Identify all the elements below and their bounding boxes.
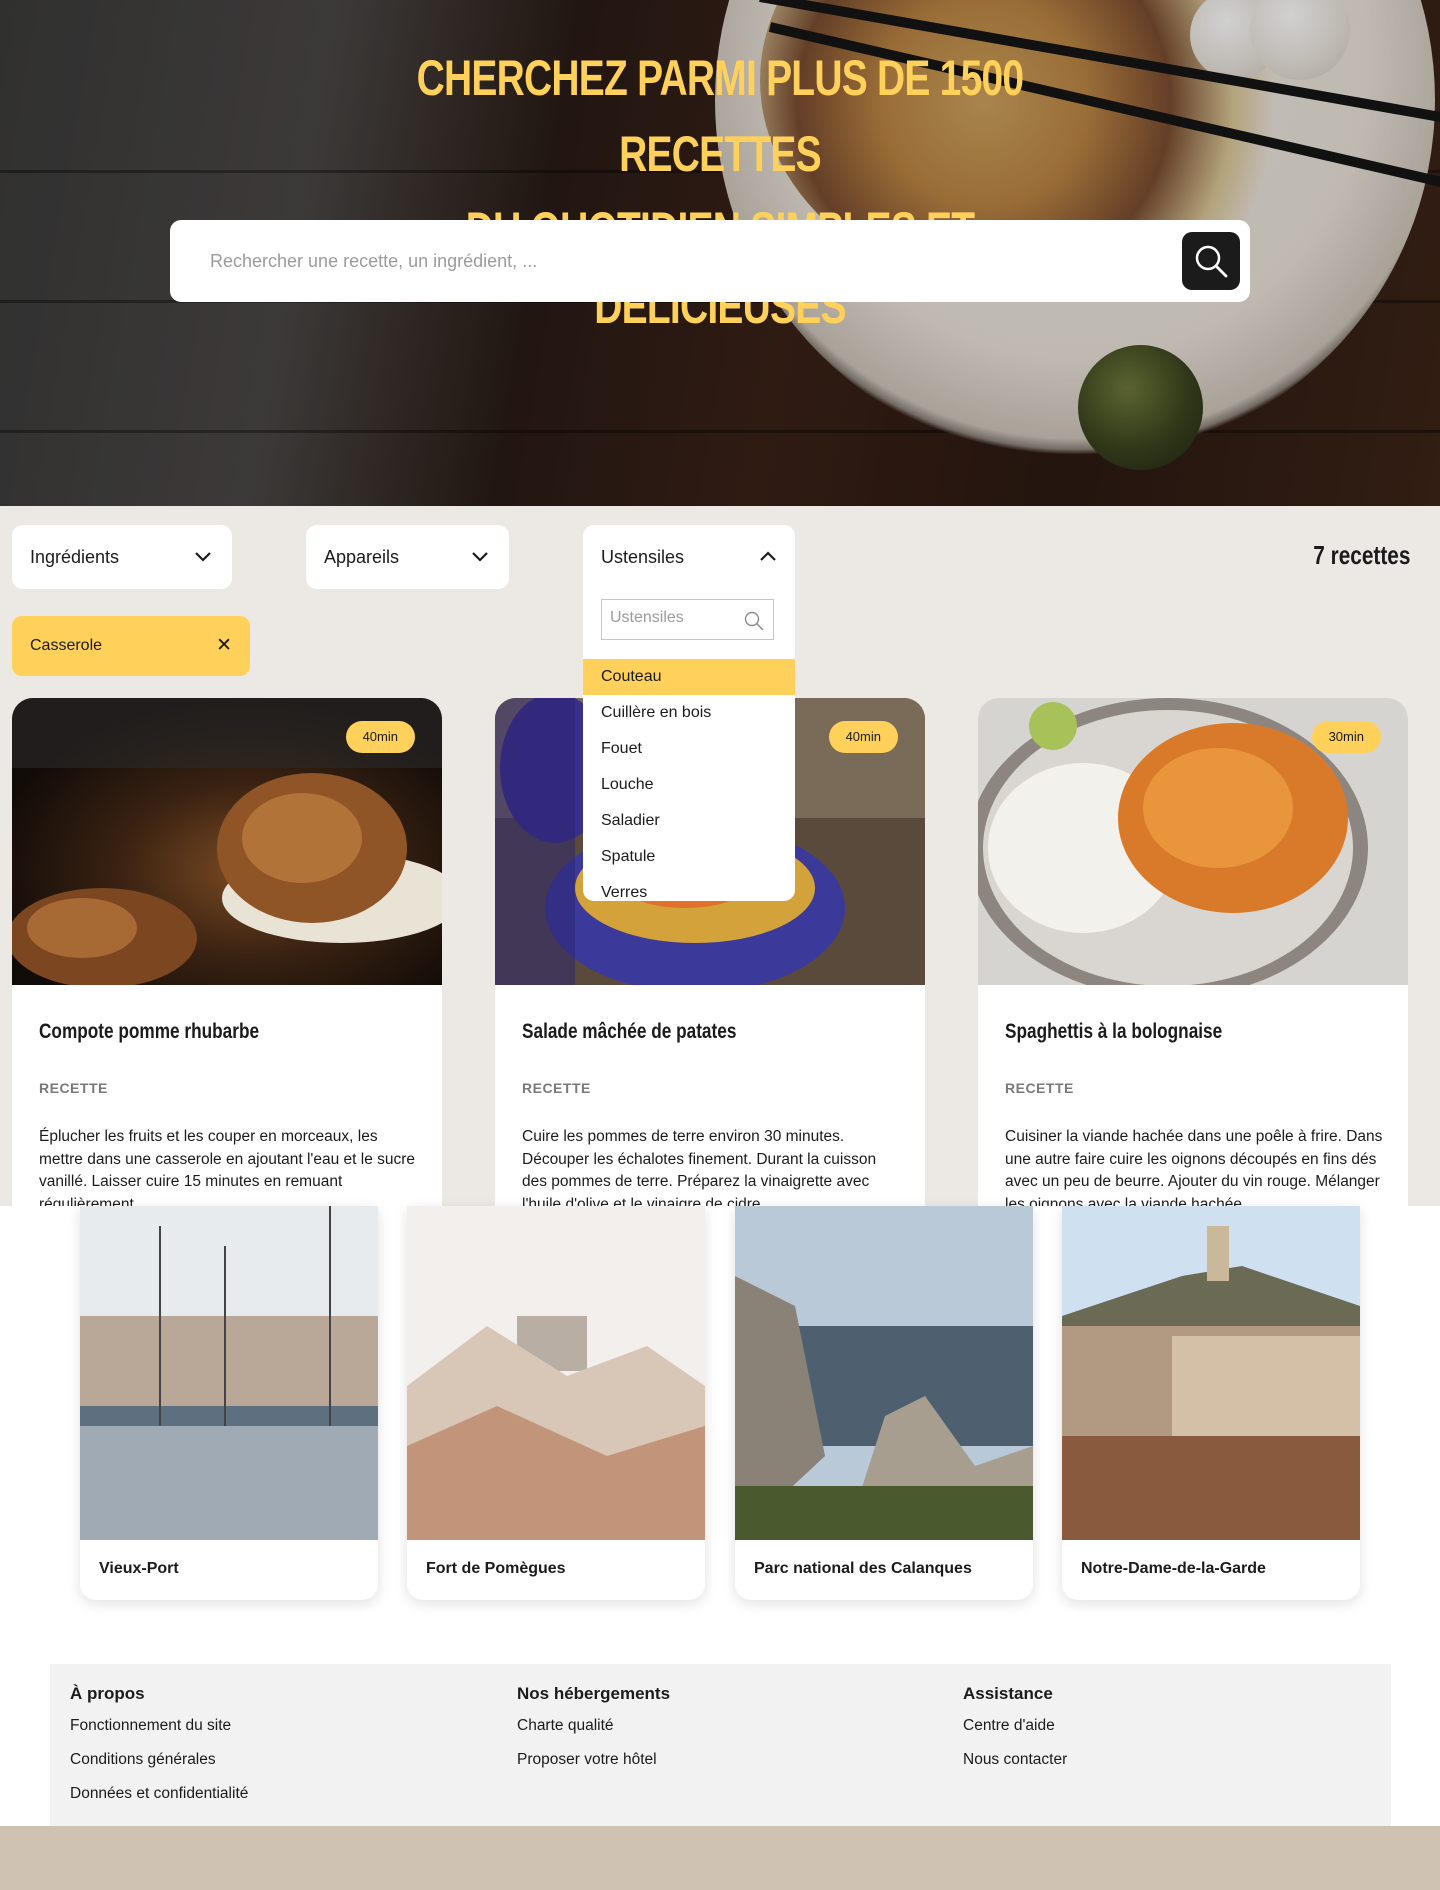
footer-column-hebergements: Nos hébergements Charte qualité Proposer…	[517, 1684, 670, 1785]
recipe-description: Cuisiner la viande hachée dans une poêle…	[1005, 1128, 1383, 1206]
active-filter-tag: Casserole ✕	[12, 616, 250, 676]
recipe-title: Salade mâchée de patates	[522, 1020, 737, 1043]
place-image-vieux-port	[80, 1206, 378, 1540]
footer: À propos Fonctionnement du site Conditio…	[50, 1664, 1391, 1826]
place-name: Parc national des Calanques	[754, 1560, 972, 1577]
footer-link[interactable]: Données et confidentialité	[70, 1785, 248, 1819]
recipe-section-label: RECETTE	[522, 1080, 591, 1096]
footer-column-title: Nos hébergements	[517, 1684, 671, 1703]
bottom-band	[0, 1826, 1440, 1890]
chevron-down-icon	[472, 552, 488, 562]
ustensiles-search-field	[601, 599, 774, 640]
recipe-title: Spaghettis à la bolognaise	[1005, 1020, 1223, 1043]
footer-link[interactable]: Charte qualité	[517, 1717, 670, 1751]
search-input[interactable]	[210, 240, 1110, 282]
search-icon	[744, 611, 764, 631]
chevron-up-icon[interactable]	[757, 545, 779, 567]
recipe-card[interactable]: 40min Compote pomme rhubarbe RECETTE Épl…	[12, 698, 442, 1206]
recipe-title: Compote pomme rhubarbe	[39, 1020, 260, 1043]
appareils-dropdown[interactable]: Appareils	[306, 525, 509, 589]
search-bar	[170, 220, 1250, 302]
footer-column-about: À propos Fonctionnement du site Conditio…	[70, 1684, 248, 1819]
search-button[interactable]	[1182, 232, 1240, 290]
ustensile-option[interactable]: Louche	[583, 767, 795, 803]
active-filter-tag-label: Casserole	[30, 637, 103, 654]
ingredients-dropdown[interactable]: Ingrédients	[12, 525, 232, 589]
recipe-time-badge: 40min	[345, 721, 415, 753]
footer-link[interactable]: Fonctionnement du site	[70, 1717, 248, 1751]
appareils-dropdown-label: Appareils	[324, 547, 400, 567]
place-card[interactable]: Fort de Pomègues	[407, 1206, 705, 1600]
ustensiles-search-input[interactable]	[610, 609, 730, 627]
ustensiles-options-list: Couteau Cuillère en bois Fouet Louche Sa…	[583, 659, 795, 901]
recipe-count: 7 recettes	[1312, 540, 1410, 570]
ustensile-option[interactable]: Couteau	[583, 659, 795, 695]
place-image-fort-pomegues	[407, 1206, 705, 1540]
place-image-notre-dame-de-la-garde	[1062, 1206, 1360, 1540]
hero-headline-line1: CHERCHEZ PARMI PLUS DE 1500 RECETTES	[416, 50, 1024, 182]
footer-column-assistance: Assistance Centre d'aide Nous contacter	[963, 1684, 1067, 1785]
footer-link[interactable]: Conditions générales	[70, 1751, 248, 1785]
ustensile-option[interactable]: Spatule	[583, 839, 795, 875]
footer-column-title: À propos	[70, 1684, 145, 1703]
place-name: Fort de Pomègues	[426, 1560, 566, 1577]
ustensile-option[interactable]: Verres	[583, 875, 795, 901]
recipe-description: Éplucher les fruits et les couper en mor…	[39, 1128, 416, 1206]
recipe-time-badge: 30min	[1311, 721, 1381, 753]
ustensile-option[interactable]: Fouet	[583, 731, 795, 767]
recipe-description: Cuire les pommes de terre environ 30 min…	[522, 1128, 877, 1206]
place-image-calanques	[735, 1206, 1033, 1540]
place-name: Notre-Dame-de-la-Garde	[1081, 1560, 1266, 1577]
footer-link[interactable]: Nous contacter	[963, 1751, 1067, 1785]
place-card[interactable]: Vieux-Port	[80, 1206, 378, 1600]
footer-link[interactable]: Proposer votre hôtel	[517, 1751, 670, 1785]
ustensiles-dropdown-label: Ustensiles	[601, 547, 685, 567]
recipe-card[interactable]: 30min Spaghettis à la bolognaise RECETTE…	[978, 698, 1408, 1206]
place-card[interactable]: Notre-Dame-de-la-Garde	[1062, 1206, 1360, 1600]
ingredients-dropdown-label: Ingrédients	[30, 547, 120, 567]
ustensile-option[interactable]: Cuillère en bois	[583, 695, 795, 731]
recipe-section-label: RECETTE	[39, 1080, 108, 1096]
footer-link[interactable]: Centre d'aide	[963, 1717, 1067, 1751]
place-card[interactable]: Parc national des Calanques	[735, 1206, 1033, 1600]
recipe-section-label: RECETTE	[1005, 1080, 1074, 1096]
place-name: Vieux-Port	[99, 1560, 179, 1577]
hero-banner: CHERCHEZ PARMI PLUS DE 1500 RECETTES DU …	[0, 0, 1440, 506]
recipe-time-badge: 40min	[828, 721, 898, 753]
ustensiles-dropdown[interactable]: Ustensiles Couteau Cuillère en bois Foue…	[583, 525, 795, 901]
footer-column-title: Assistance	[963, 1684, 1053, 1703]
chevron-down-icon	[195, 552, 211, 562]
close-icon[interactable]: ✕	[216, 634, 232, 656]
search-icon	[1195, 245, 1228, 278]
ustensile-option[interactable]: Saladier	[583, 803, 795, 839]
